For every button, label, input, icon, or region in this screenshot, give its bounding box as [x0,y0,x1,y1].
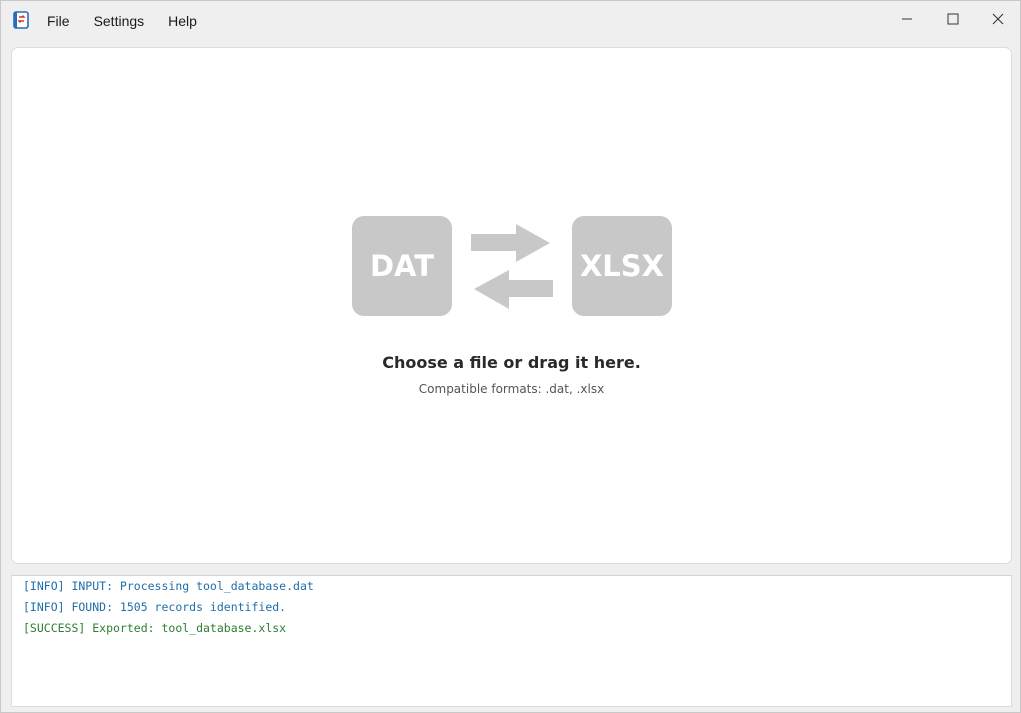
minimize-button[interactable] [884,1,930,37]
close-button[interactable] [975,1,1021,37]
drop-zone-title: Choose a file or drag it here. [382,353,641,372]
app-window: File Settings Help DAT XLSX Choose a fil… [0,0,1021,713]
log-line: [INFO] FOUND: 1505 records identified. [23,600,287,614]
menu-bar: File Settings Help [35,1,209,37]
dat-format-badge: DAT [352,216,452,316]
menu-help[interactable]: Help [156,1,209,37]
menu-settings[interactable]: Settings [82,1,157,37]
title-bar[interactable]: File Settings Help [1,1,1020,37]
log-panel[interactable]: [INFO] INPUT: Processing tool_database.d… [11,575,1012,707]
close-icon [992,13,1004,25]
log-line: [SUCCESS] Exported: tool_database.xlsx [23,621,287,635]
swap-arrows-icon [471,224,553,309]
log-line: [INFO] INPUT: Processing tool_database.d… [23,579,314,593]
xlsx-format-badge: XLSX [572,216,672,316]
compatible-formats-text: Compatible formats: .dat, .xlsx [418,382,605,396]
file-drop-zone[interactable]: DAT XLSX Choose a file or drag it here. … [11,47,1012,564]
maximize-icon [947,13,959,25]
app-icon [13,11,29,29]
menu-file[interactable]: File [35,1,82,37]
minimize-icon [902,18,912,20]
maximize-button[interactable] [930,1,976,37]
